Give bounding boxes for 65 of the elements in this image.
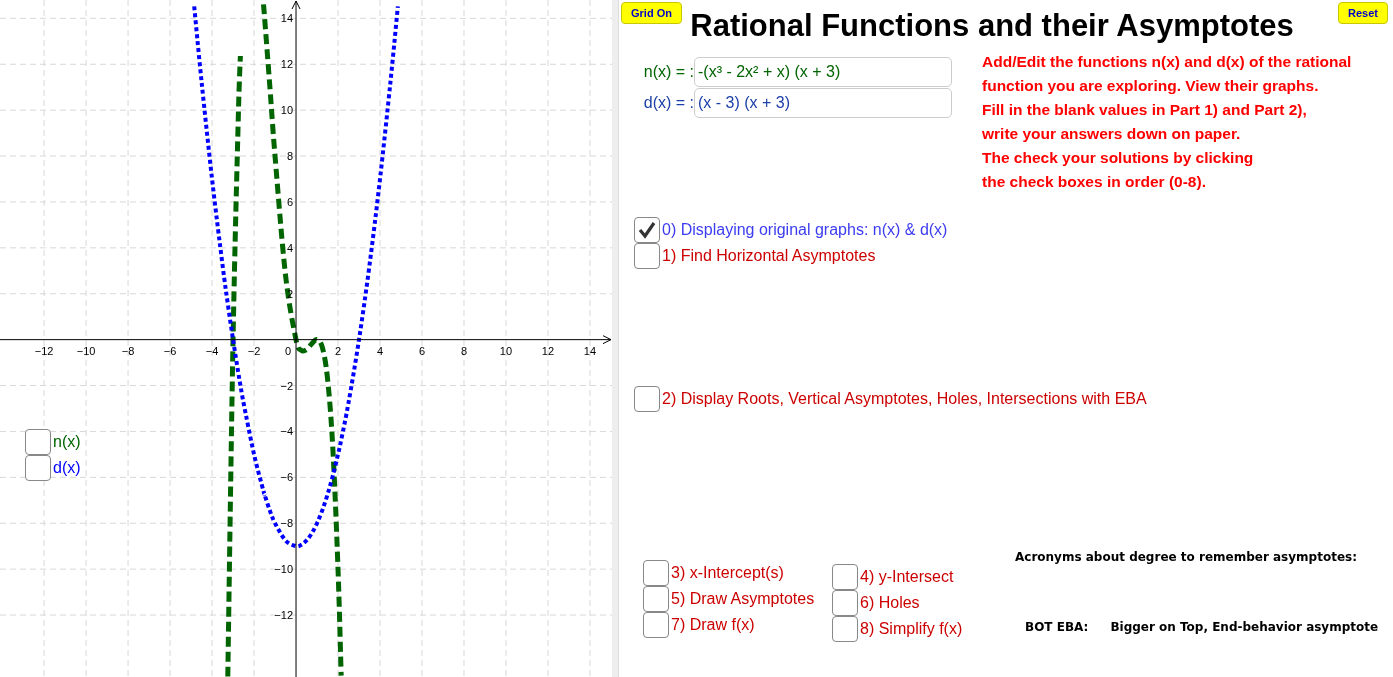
axis-tick-label: −6: [280, 471, 294, 484]
checkbox[interactable]: [643, 612, 669, 638]
reset-button[interactable]: Reset: [1338, 2, 1388, 24]
input-field[interactable]: -(x³ - 2x² + x) (x + 3): [694, 57, 952, 87]
checkbox-label: 8) Simplify f(x): [860, 620, 963, 638]
axis-tick-label: −6: [163, 344, 177, 357]
axis-tick-label: −8: [121, 344, 135, 357]
checkbox-label: 1) Find Horizontal Asymptotes: [662, 247, 876, 265]
axis-tick-label: 6: [418, 344, 426, 357]
acronym-term: BOT EBA:: [1025, 620, 1089, 634]
instruction-text: the check boxes in order (0-8).: [982, 172, 1207, 192]
checkbox-label: 0) Displaying original graphs: n(x) & d(x): [662, 221, 948, 239]
axis-tick-label: 10: [280, 104, 294, 117]
axis-tick-label: 4: [286, 241, 294, 254]
checkbox[interactable]: [832, 564, 858, 590]
axis-tick-label: −12: [34, 344, 54, 357]
axis-tick-label: −2: [247, 344, 261, 357]
instruction-text: function you are exploring. View their graphs.: [982, 76, 1320, 96]
grid-button[interactable]: Grid On: [621, 2, 682, 24]
axis-tick-label: 14: [583, 344, 597, 357]
checkbox-label: 3) x-Intercept(s): [671, 564, 784, 582]
axis-tick-label: −4: [280, 425, 294, 438]
checkbox[interactable]: [25, 455, 51, 481]
checkbox-label: 7) Draw f(x): [671, 616, 755, 634]
checkbox[interactable]: [634, 217, 660, 243]
axis-tick-label: 6: [286, 195, 294, 208]
checkbox[interactable]: [832, 590, 858, 616]
axis-tick-label: −4: [205, 344, 219, 357]
origin-label: 0: [284, 344, 292, 357]
axis-tick-label: 8: [286, 150, 294, 163]
axis-tick-label: −10: [76, 344, 96, 357]
axis-tick-label: 12: [541, 344, 555, 357]
checkbox-label: 4) y-Intersect: [860, 568, 954, 586]
input-field[interactable]: (x - 3) (x + 3): [694, 88, 952, 118]
axis-tick-label: 8: [460, 344, 468, 357]
axis-tick-label: 10: [499, 344, 513, 357]
checkbox[interactable]: [643, 560, 669, 586]
checkbox-label: d(x): [53, 459, 81, 477]
axis-tick-label: 12: [280, 58, 294, 71]
page-title: Rational Functions and their Asymptotes: [689, 8, 1295, 45]
axis-tick-label: −12: [274, 609, 294, 622]
checkbox[interactable]: [634, 386, 660, 412]
check-icon: [637, 220, 657, 240]
checkbox-label: 6) Holes: [860, 594, 920, 612]
acronym-heading: Acronyms about degree to remember asymptotes:: [1015, 550, 1358, 564]
checkbox-label: 2) Display Roots, Vertical Asymptotes, Holes, Intersections with EBA: [662, 390, 1147, 408]
axis-tick-label: 4: [376, 344, 384, 357]
instruction-text: write your answers down on paper.: [982, 124, 1242, 144]
axis-tick-label: −2: [280, 379, 294, 392]
checkbox[interactable]: [832, 616, 858, 642]
field-label: n(x) = :: [642, 63, 694, 81]
checkbox[interactable]: [643, 586, 669, 612]
axis-tick-label: 14: [280, 12, 294, 25]
checkbox-label: n(x): [53, 433, 81, 451]
checkbox-label: 5) Draw Asymptotes: [671, 590, 815, 608]
field-label: d(x) = :: [642, 94, 694, 112]
checkbox[interactable]: [634, 243, 660, 269]
axis-tick-label: 2: [334, 344, 342, 357]
instruction-text: The check your solutions by clicking: [982, 148, 1255, 168]
acronym-meaning: Bigger on Top, End-behavior asymptote: [1110, 620, 1379, 634]
instruction-text: Add/Edit the functions n(x) and d(x) of the rational: [982, 52, 1352, 72]
axis-tick-label: −10: [274, 563, 294, 576]
instruction-text: Fill in the blank values in Part 1) and Part 2),: [982, 100, 1308, 120]
axis-tick-label: −8: [280, 517, 294, 530]
checkbox[interactable]: [25, 429, 51, 455]
